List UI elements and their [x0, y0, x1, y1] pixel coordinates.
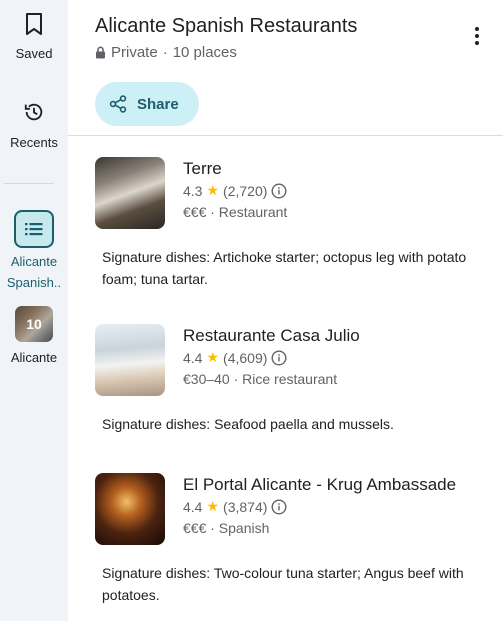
rating-value: 4.4	[183, 498, 203, 515]
info-icon[interactable]	[271, 182, 287, 199]
alicante-thumbnail: 10	[15, 306, 53, 342]
place-item[interactable]: Restaurante Casa Julio 4.4 ★ (4,609) €30…	[95, 324, 495, 396]
place-photo[interactable]	[95, 157, 165, 229]
place-rating: 4.4 ★ (4,609)	[183, 349, 287, 366]
more-vert-icon-dot	[475, 34, 479, 38]
rail-saved-button[interactable]: Saved	[0, 12, 68, 62]
more-vert-icon	[475, 27, 479, 31]
subtitle-separator: ·	[162, 44, 168, 61]
info-icon[interactable]	[271, 498, 287, 515]
place-count: 10 places	[172, 44, 237, 61]
bookmark-icon	[26, 13, 42, 35]
place-meta: €€€ · Spanish	[183, 520, 270, 536]
place-note: Signature dishes: Artichoke starter; oct…	[102, 249, 467, 287]
place-photo[interactable]	[95, 473, 165, 545]
rail-list-label-line1: Alicante	[10, 254, 58, 269]
review-count: (2,720)	[223, 182, 268, 199]
place-rating: 4.4 ★ (3,874)	[183, 498, 287, 515]
list-icon-box	[14, 210, 54, 248]
rail-list-alicante-spanish[interactable]: Alicante Spanish..	[0, 210, 68, 290]
rating-value: 4.3	[183, 182, 203, 199]
place-item[interactable]: Terre 4.3 ★ (2,720) €€€ · Restaurant	[95, 157, 495, 229]
rail-alicante-label: Alicante	[10, 350, 58, 365]
share-icon	[109, 95, 127, 113]
review-count: (3,874)	[223, 498, 268, 515]
place-item[interactable]: El Portal Alicante - Krug Ambassade 4.4 …	[95, 473, 495, 545]
star-icon: ★	[206, 349, 220, 365]
star-icon: ★	[206, 498, 220, 514]
header-divider	[68, 135, 503, 136]
place-name[interactable]: Restaurante Casa Julio	[183, 326, 360, 346]
list-title: Alicante Spanish Restaurants	[95, 15, 358, 37]
share-button[interactable]: Share	[95, 82, 199, 126]
rail-list-label-line2: Spanish..	[6, 275, 62, 290]
place-note: Signature dishes: Seafood paella and mus…	[102, 416, 394, 432]
place-meta: €€€ · Restaurant	[183, 204, 288, 220]
lock-icon	[96, 46, 105, 59]
alicante-count: 10	[15, 306, 53, 342]
rating-value: 4.4	[183, 349, 203, 366]
place-meta: €30–40 · Rice restaurant	[183, 371, 338, 387]
star-icon: ★	[206, 182, 220, 198]
place-rating: 4.3 ★ (2,720)	[183, 182, 287, 199]
place-name[interactable]: El Portal Alicante - Krug Ambassade	[183, 475, 456, 495]
more-vert-icon-dot	[475, 41, 479, 45]
rail-alicante-button[interactable]: 10 Alicante	[0, 306, 68, 366]
info-icon[interactable]	[271, 349, 287, 366]
rail-recents-label: Recents	[10, 135, 58, 150]
place-note: Signature dishes: Two-colour tuna starte…	[102, 565, 464, 603]
list-icon	[25, 223, 43, 236]
rail-saved-label: Saved	[15, 46, 53, 61]
left-rail: Saved Recents Alicante Spanish.. 10 Alic…	[0, 0, 68, 621]
place-name[interactable]: Terre	[183, 159, 222, 179]
privacy-label: Private	[111, 44, 158, 61]
review-count: (4,609)	[223, 349, 268, 366]
rail-divider	[4, 183, 54, 184]
rail-recents-button[interactable]: Recents	[0, 101, 68, 151]
more-options-button[interactable]	[466, 24, 488, 48]
list-subtitle: Private · 10 places	[95, 44, 237, 61]
place-photo[interactable]	[95, 324, 165, 396]
history-icon	[24, 103, 43, 121]
share-label: Share	[137, 95, 179, 113]
